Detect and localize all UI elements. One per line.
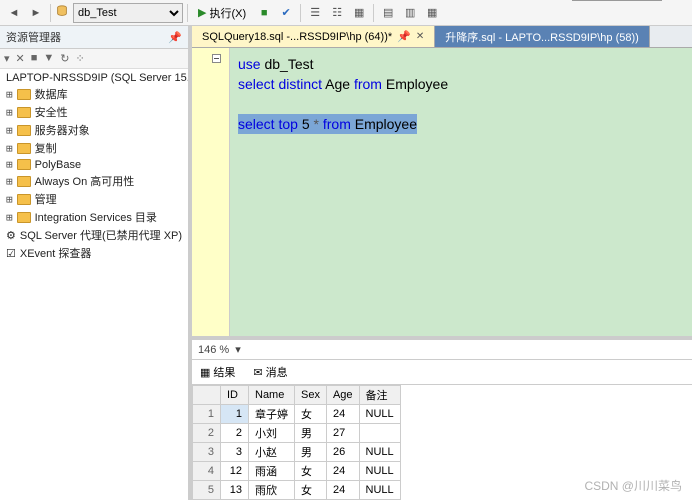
explorer-toolbar: ▾ ✕ ■ ▼ ↻ ⁘ [0,49,188,69]
tool-icon[interactable]: ▦ [349,3,369,23]
col-header[interactable] [193,386,221,405]
collapse-icon[interactable] [212,54,221,63]
col-header[interactable]: Name [249,386,295,405]
folder-icon [17,176,31,187]
tool-icon[interactable]: ▥ [400,3,420,23]
play-icon: ▶ [198,6,206,19]
server-node[interactable]: LAPTOP-NRSSD9IP (SQL Server 15.0..) [4,71,184,85]
col-header[interactable]: 备注 [359,386,400,405]
disconnect-icon[interactable]: ✕ [16,52,25,65]
folder-icon [17,125,31,136]
message-icon: ✉ [253,366,262,379]
close-icon[interactable]: ✕ [416,31,424,42]
folder-icon [17,143,31,154]
connect-icon[interactable]: ▾ [4,52,10,65]
object-dropdown[interactable]: sdept ▾ [572,0,662,1]
tree-node[interactable]: ⊞Integration Services 目录 [4,208,184,226]
tool-icon[interactable]: ▦ [422,3,442,23]
table-row[interactable]: 412雨涵女24NULL [193,462,401,481]
tab-active[interactable]: SQLQuery18.sql -...RSSD9IP\hp (64))* 📌 ✕ [192,26,435,47]
tree-node[interactable]: ⊞服务器对象 [4,121,184,139]
database-select[interactable]: db_Test [73,3,183,23]
tree-node[interactable]: ⊞复制 [4,139,184,157]
execute-button[interactable]: ▶ 执行(X) [192,3,252,23]
editor-panel: SQLQuery18.sql -...RSSD9IP\hp (64))* 📌 ✕… [192,26,692,500]
tree-node[interactable]: ⊞Always On 高可用性 [4,172,184,190]
folder-icon [17,89,31,100]
tree-node[interactable]: ☑XEvent 探查器 [4,244,184,262]
panel-title-bar: 资源管理器 📌 [0,26,188,49]
tree-node[interactable]: ⊞安全性 [4,103,184,121]
pin-icon[interactable]: 📌 [397,30,411,43]
panel-title: 资源管理器 [6,29,61,45]
tool-icon[interactable]: ☰ [305,3,325,23]
filter-icon[interactable]: ▼ [43,52,54,65]
col-header[interactable]: Age [326,386,359,405]
activity-icon[interactable]: ⁘ [76,52,85,65]
nav-fwd-icon[interactable]: ► [26,3,46,23]
zoom-indicator[interactable]: 146 %▾ [192,340,692,360]
file-tabs: SQLQuery18.sql -...RSSD9IP\hp (64))* 📌 ✕… [192,26,692,48]
execute-label: 执行(X) [209,5,246,21]
results-panel: 146 %▾ ▦结果 ✉消息 ID Name Sex Age 备注 11章子婷女… [192,336,692,500]
xevent-icon: ☑ [6,247,16,260]
col-header[interactable]: ID [221,386,249,405]
table-row[interactable]: 22小刘男27 [193,424,401,443]
object-explorer: 资源管理器 📌 ▾ ✕ ■ ▼ ↻ ⁘ LAPTOP-NRSSD9IP (SQL… [0,26,192,500]
database-icon [55,4,69,21]
tree-node[interactable]: ⊞管理 [4,190,184,208]
tree-node[interactable]: ⊞PolyBase [4,157,184,172]
main-toolbar: ◄ ► db_Test ▶ 执行(X) ■ ✔ ☰ ☷ ▦ ▤ ▥ ▦ [0,0,692,26]
refresh-icon[interactable]: ↻ [60,52,69,65]
messages-tab[interactable]: ✉消息 [249,362,291,382]
object-tree[interactable]: LAPTOP-NRSSD9IP (SQL Server 15.0..) ⊞数据库… [0,69,188,264]
tree-node[interactable]: ⊞数据库 [4,85,184,103]
nav-back-icon[interactable]: ◄ [4,3,24,23]
code-area[interactable]: use db_Test select distinct Age from Emp… [230,48,456,336]
grid-icon: ▦ [200,366,210,379]
col-header[interactable]: Sex [295,386,327,405]
table-row[interactable]: 33小赵男26NULL [193,443,401,462]
table-row[interactable]: 513雨欣女24NULL [193,481,401,500]
folder-icon [17,107,31,118]
folder-icon [17,194,31,205]
result-tabs: ▦结果 ✉消息 [192,360,692,385]
pin-icon[interactable]: 📌 [168,31,182,44]
tool-icon[interactable]: ▤ [378,3,398,23]
agent-icon: ⚙ [6,229,16,242]
watermark: CSDN @川川菜鸟 [584,477,682,494]
debug-icon[interactable]: ■ [254,3,274,23]
folder-icon [17,159,31,170]
folder-icon [17,212,31,223]
table-row[interactable]: 11章子婷女24NULL [193,405,401,424]
tool-icon[interactable]: ☷ [327,3,347,23]
editor-gutter [192,48,230,336]
parse-icon[interactable]: ✔ [276,3,296,23]
tree-node[interactable]: ⚙SQL Server 代理(已禁用代理 XP) [4,226,184,244]
sql-editor[interactable]: use db_Test select distinct Age from Emp… [192,48,692,336]
stop-icon[interactable]: ■ [31,52,38,65]
database-selector[interactable]: db_Test [55,3,183,23]
results-tab[interactable]: ▦结果 [196,362,239,382]
tab-inactive[interactable]: 升降序.sql - LAPTO...RSSD9IP\hp (58)) [435,26,650,47]
